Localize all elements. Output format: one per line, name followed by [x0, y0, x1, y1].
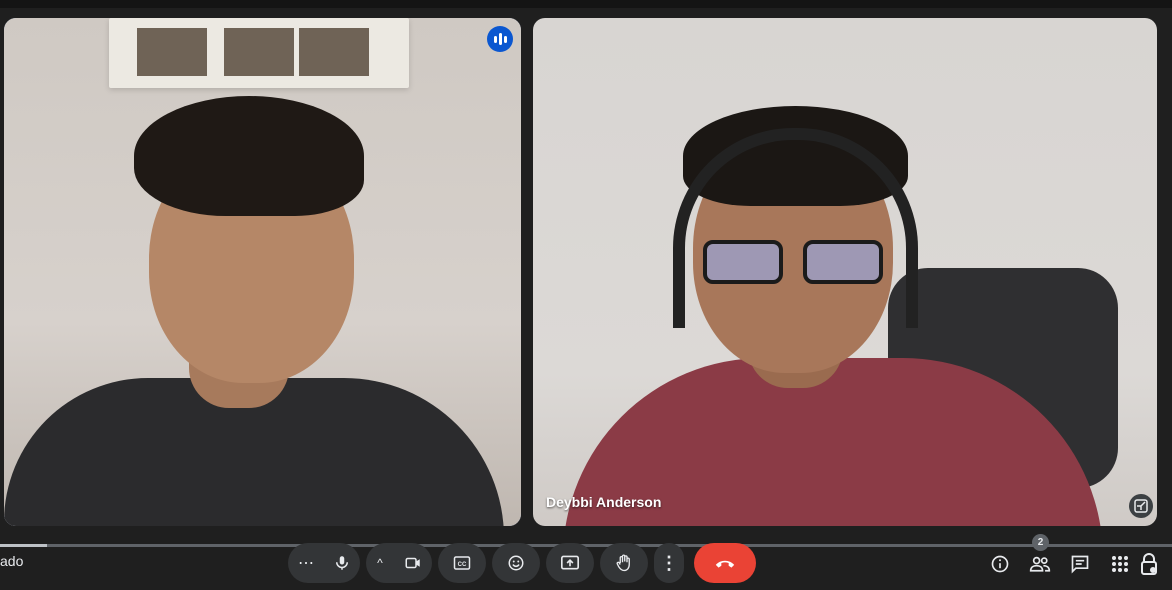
participant-tile-self[interactable] — [4, 18, 521, 526]
activities-button[interactable] — [1100, 547, 1140, 581]
people-icon — [1029, 556, 1051, 572]
apps-icon — [1112, 556, 1128, 572]
participant-name: Deybbi Anderson — [546, 494, 662, 510]
mic-icon — [336, 556, 348, 570]
leave-call-button[interactable] — [694, 543, 756, 583]
top-edge — [0, 0, 1172, 8]
glasses — [703, 240, 888, 284]
minimize-icon[interactable] — [1129, 494, 1153, 518]
people-button[interactable]: 2 — [1020, 534, 1060, 581]
side-panel-controls: 2 — [980, 534, 1172, 581]
reactions-button[interactable] — [492, 543, 540, 583]
host-controls-button[interactable] — [1140, 547, 1172, 581]
people-count-badge: 2 — [1032, 534, 1049, 551]
info-icon — [991, 555, 1009, 573]
videocam-icon — [405, 557, 420, 569]
wall-frame — [109, 18, 409, 88]
meeting-name: ado — [0, 553, 24, 569]
present-button[interactable] — [546, 543, 594, 583]
meeting-details-button[interactable] — [980, 547, 1020, 581]
call-end-icon — [715, 560, 735, 568]
meeting-toolbar: ado ⋯ ^ CC ⋮ 2 — [0, 534, 1172, 590]
emoji-icon — [508, 555, 524, 571]
video-feed — [4, 18, 521, 526]
chevron-up-icon: ^ — [377, 556, 383, 570]
more-horiz-icon: ⋯ — [298, 555, 314, 572]
captions-button[interactable]: CC — [438, 543, 486, 583]
audio-options-button[interactable]: ⋯ — [288, 543, 324, 583]
chat-icon — [1071, 555, 1089, 574]
call-controls: ⋯ ^ CC ⋮ — [288, 543, 756, 583]
more-options-button[interactable]: ⋮ — [654, 543, 684, 583]
audio-level-icon — [487, 26, 513, 52]
mic-button[interactable] — [324, 543, 360, 583]
camera-button[interactable] — [394, 543, 432, 583]
host-controls-icon — [1141, 553, 1157, 575]
raise-hand-button[interactable] — [600, 543, 648, 583]
camera-options-button[interactable]: ^ — [366, 543, 394, 583]
captions-icon: CC — [453, 556, 471, 570]
more-vert-icon: ⋮ — [660, 552, 678, 573]
camera-control-group: ^ — [366, 543, 432, 583]
svg-text:CC: CC — [458, 562, 467, 568]
chat-button[interactable] — [1060, 547, 1100, 581]
video-feed — [533, 18, 1157, 526]
participant-tile-deybbi[interactable]: Deybbi Anderson — [533, 18, 1157, 526]
mic-control-group: ⋯ — [288, 543, 360, 583]
raise-hand-icon — [616, 554, 630, 572]
present-icon — [561, 555, 579, 570]
